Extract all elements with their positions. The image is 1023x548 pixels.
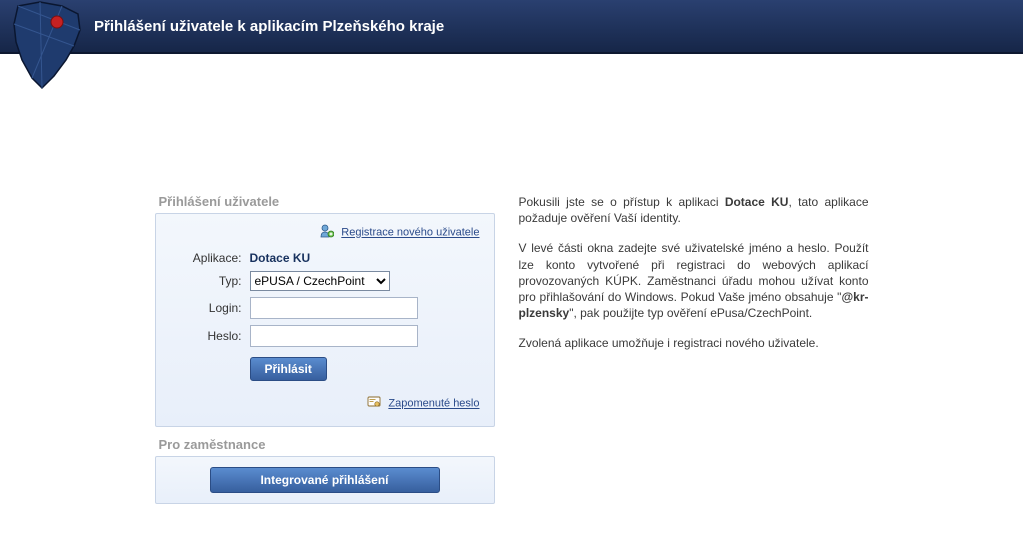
register-row: Registrace nového uživatele — [170, 224, 480, 241]
page-title: Přihlášení uživatele k aplikacím Plzeňsk… — [94, 18, 444, 35]
password-label: Heslo: — [170, 329, 250, 343]
region-logo — [8, 0, 88, 95]
main-content: Přihlášení uživatele Registrace nového u… — [0, 194, 1023, 504]
info-paragraph-3: Zvolená aplikace umožňuje i registraci n… — [519, 335, 869, 351]
key-card-icon — [367, 395, 381, 412]
integrated-login-button[interactable]: Integrované přihlášení — [210, 467, 440, 493]
submit-button[interactable]: Přihlásit — [250, 357, 327, 381]
register-link[interactable]: Registrace nového uživatele — [341, 227, 479, 239]
app-label: Aplikace: — [170, 251, 250, 265]
app-header: Přihlášení uživatele k aplikacím Plzeňsk… — [0, 0, 1023, 54]
employee-panel: Integrované přihlášení — [155, 456, 495, 504]
app-value: Dotace KU — [250, 251, 480, 265]
info-paragraph-1: Pokusili jste se o přístup k aplikaci Do… — [519, 194, 869, 226]
login-column: Přihlášení uživatele Registrace nového u… — [155, 194, 495, 504]
forgot-password-link[interactable]: Zapomenuté heslo — [388, 398, 479, 410]
user-add-icon — [320, 224, 334, 241]
employee-section-label: Pro zaměstnance — [159, 437, 495, 452]
password-input[interactable] — [250, 325, 418, 347]
forgot-row: Zapomenuté heslo — [170, 395, 480, 412]
login-panel: Registrace nového uživatele Aplikace: Do… — [155, 213, 495, 427]
info-column: Pokusili jste se o přístup k aplikaci Do… — [519, 194, 869, 504]
info-paragraph-2: V levé části okna zadejte své uživatelsk… — [519, 240, 869, 321]
login-label: Login: — [170, 301, 250, 315]
type-label: Typ: — [170, 274, 250, 288]
login-input[interactable] — [250, 297, 418, 319]
auth-type-select[interactable]: ePUSA / CzechPoint — [250, 271, 390, 291]
login-section-label: Přihlášení uživatele — [159, 194, 495, 209]
